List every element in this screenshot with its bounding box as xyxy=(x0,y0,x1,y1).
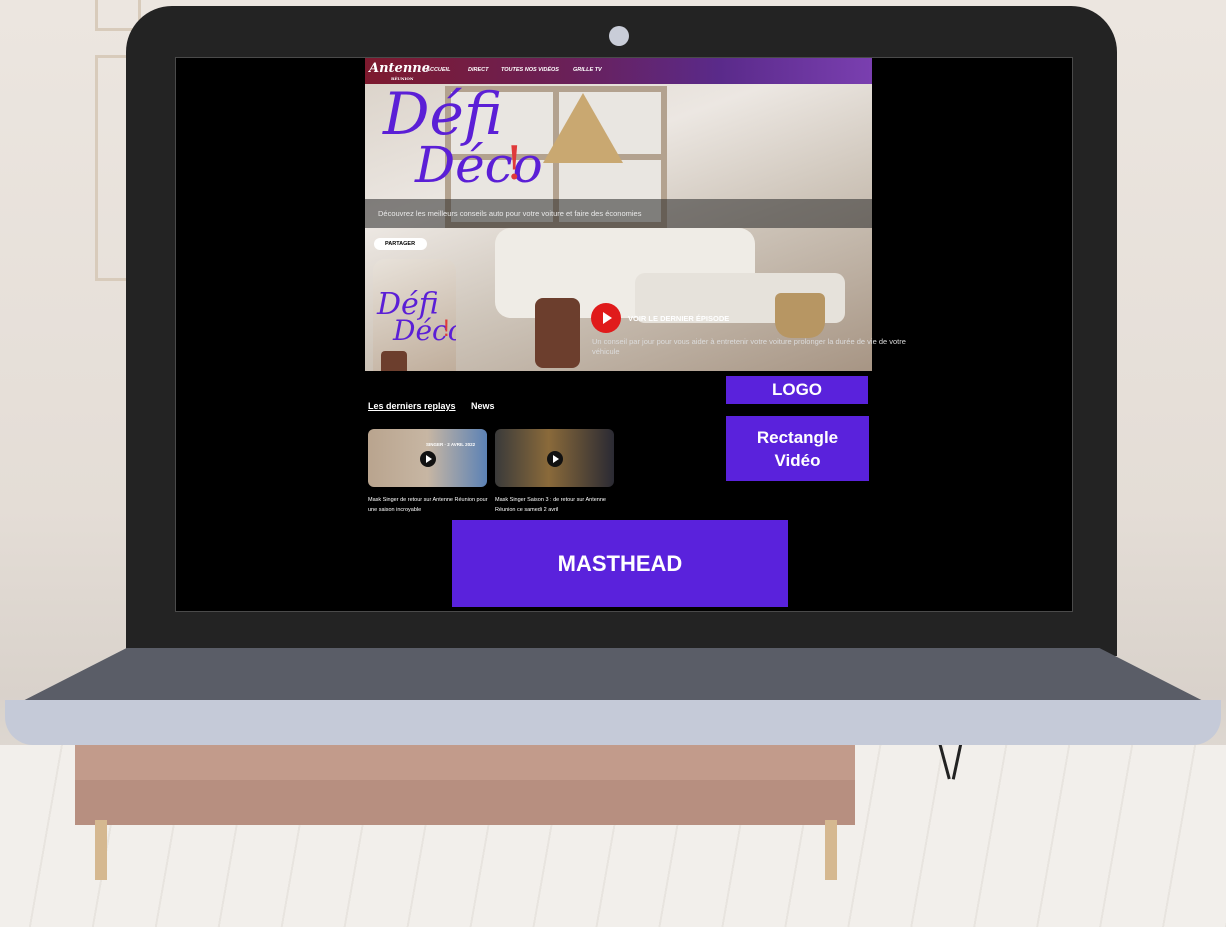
nav-item-grille-tv[interactable]: GRILLE TV xyxy=(573,67,602,73)
hero-description: Un conseil par jour pour vous aider à en… xyxy=(592,337,906,356)
hero-basket-decor xyxy=(775,293,825,338)
sofa-base xyxy=(75,780,855,825)
replay-card[interactable]: SINGER · 2 AVRIL 2022 xyxy=(368,429,487,487)
play-icon[interactable] xyxy=(547,451,563,467)
hero-lamp-decor xyxy=(543,93,623,163)
ad-rect-line1: Rectangle xyxy=(756,427,839,447)
laptop-front-edge xyxy=(5,700,1221,745)
ad-slot-rectangle-video[interactable]: Rectangle Vidéo xyxy=(726,416,869,481)
nav-item-direct[interactable]: DIRECT xyxy=(468,67,488,73)
poster-stool-decor xyxy=(381,351,407,371)
sofa-leg-right xyxy=(825,820,837,880)
webcam-icon xyxy=(609,26,629,46)
nav-item-videos[interactable]: TOUTES NOS VIDÉOS xyxy=(501,67,559,73)
play-icon[interactable] xyxy=(420,451,436,467)
show-title-mark: ! xyxy=(505,136,524,190)
show-title-line2: Déco xyxy=(415,136,543,194)
play-icon[interactable] xyxy=(591,303,621,333)
replay-card-overlay: SINGER · 2 AVRIL 2022 xyxy=(426,442,476,447)
nav-item-accueil[interactable]: ACCUEIL xyxy=(426,67,450,73)
antenne-logo[interactable]: Antenne RÉUNION xyxy=(369,61,430,81)
ad-slot-masthead[interactable]: MASTHEAD xyxy=(452,520,788,607)
show-poster[interactable]: Défi Déco ! xyxy=(373,259,456,371)
hero-tagline: Découvrez les meilleurs conseils auto po… xyxy=(378,209,642,218)
replay-caption[interactable]: Mask Singer Saison 3 : de retour sur Ant… xyxy=(495,495,620,515)
poster-title-mark: ! xyxy=(443,315,450,342)
laptop-screen: Antenne RÉUNION ACCUEIL DIRECT TOUTES NO… xyxy=(175,57,1073,612)
ad-slot-logo[interactable]: LOGO xyxy=(726,376,868,404)
ad-rect-line2: Vidéo xyxy=(774,450,821,470)
tab-latest-replays[interactable]: Les derniers replays xyxy=(368,401,456,411)
latest-episode-link[interactable]: VOIR LE DERNIER ÉPISODE xyxy=(628,314,729,323)
logo-text: Antenne xyxy=(369,61,430,76)
share-button[interactable]: PARTAGER xyxy=(374,238,427,250)
hero-stool-decor xyxy=(535,298,580,368)
tab-news[interactable]: News xyxy=(471,401,495,411)
sofa-leg-left xyxy=(95,820,107,880)
replay-caption[interactable]: Mask Singer de retour sur Antenne Réunio… xyxy=(368,495,493,515)
replay-card[interactable] xyxy=(495,429,614,487)
website-hero: Antenne RÉUNION ACCUEIL DIRECT TOUTES NO… xyxy=(365,58,872,371)
